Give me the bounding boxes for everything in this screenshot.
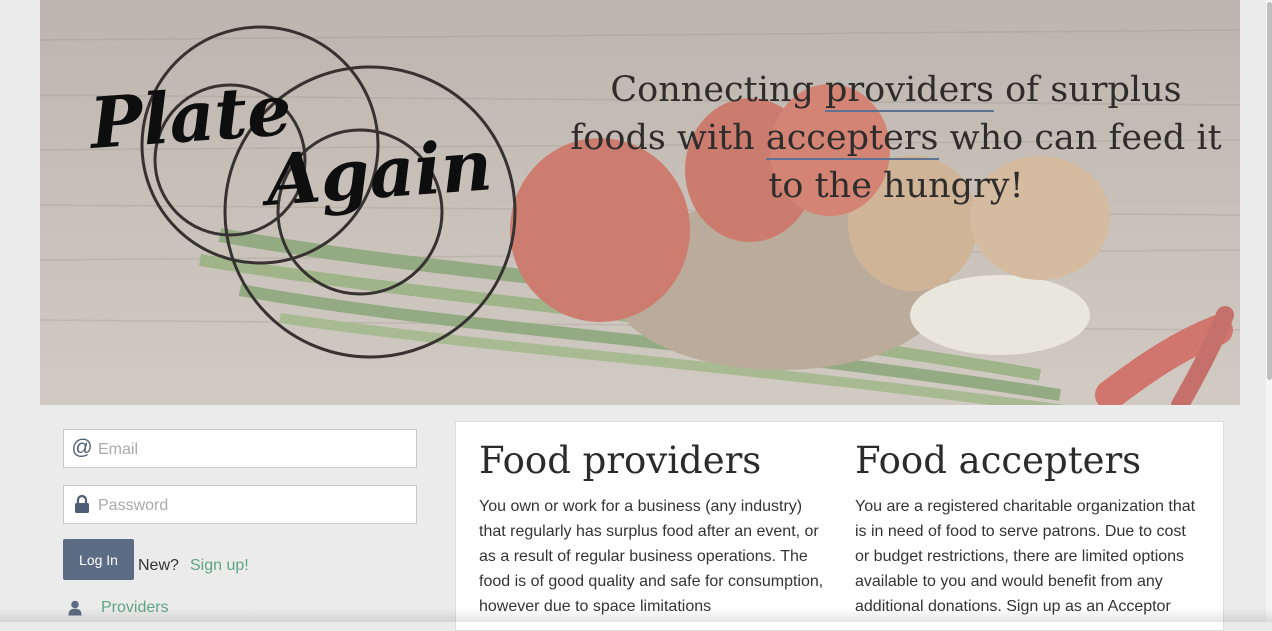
tagline-accepters-highlight: accepters [765, 118, 939, 160]
sign-up-link[interactable]: Sign up! [190, 557, 249, 575]
password-input[interactable] [96, 486, 416, 525]
window-bottom-shadow [0, 608, 1272, 622]
providers-column: Food providers You own or work for a bus… [479, 438, 824, 619]
at-sign-icon: @ [71, 436, 93, 459]
log-in-button[interactable]: Log In [63, 539, 134, 580]
hero-banner: Plate Again Connecting providers of surp… [40, 0, 1240, 405]
hero-tagline: Connecting providers of surplus foods wi… [570, 70, 1222, 206]
plate-again-logo: Plate Again [85, 25, 517, 359]
providers-heading: Food providers [479, 439, 762, 482]
new-user-label: New? [138, 557, 179, 574]
providers-description: You own or work for a business (any indu… [479, 498, 824, 615]
accepters-description: You are a registered charitable organiza… [855, 498, 1196, 615]
accepters-column: Food accepters You are a registered char… [855, 438, 1200, 619]
email-field: @ [63, 429, 417, 469]
lock-icon [71, 491, 93, 517]
email-input[interactable] [96, 430, 416, 469]
password-field [63, 485, 417, 525]
info-panel: Food providers You own or work for a bus… [455, 421, 1224, 631]
svg-text:Plate: Plate [85, 68, 294, 165]
tagline-providers-highlight: providers [824, 70, 994, 112]
svg-text:Again: Again [257, 123, 494, 222]
login-form: @ Log In New? Sign up! Providers [63, 429, 417, 616]
accepters-heading: Food accepters [855, 439, 1142, 482]
scrollbar-thumb[interactable] [1267, 2, 1272, 380]
